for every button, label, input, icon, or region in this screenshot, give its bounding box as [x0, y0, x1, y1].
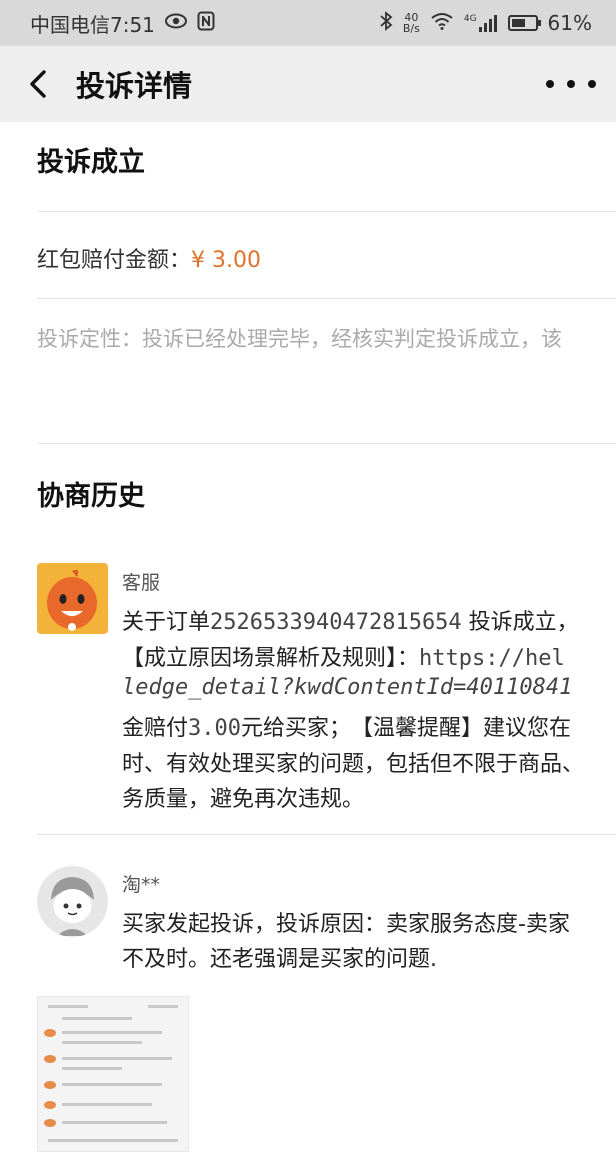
message-line: 关于订单2526533940472815654 投诉成立， — [122, 604, 579, 636]
message-text: 投诉成立， — [461, 610, 579, 635]
compensation-label: 红包赔付金额： — [37, 248, 192, 273]
message-sender: 客服 — [122, 572, 161, 594]
message-text: 关于订单 — [122, 610, 211, 635]
rule-link[interactable]: https://hel — [419, 646, 565, 671]
battery-icon — [507, 15, 541, 31]
status-left: 中国电信7:51 — [30, 9, 215, 38]
history-title: 协商历史 — [37, 481, 145, 512]
divider — [37, 834, 616, 835]
more-button[interactable] — [546, 70, 596, 98]
attachment-screenshot-thumbnail[interactable] — [37, 996, 189, 1152]
customer-service-avatar — [37, 563, 108, 634]
divider — [37, 443, 616, 444]
back-button[interactable] — [8, 46, 68, 122]
net-speed: 40 B/s — [403, 12, 420, 34]
nav-bar: 投诉详情 — [0, 46, 616, 122]
battery-percent: 61% — [547, 11, 592, 35]
status-right: 40 B/s 4G 61% — [379, 10, 592, 36]
divider — [37, 298, 616, 299]
divider — [37, 211, 616, 212]
nfc-icon — [197, 11, 215, 36]
eye-icon — [164, 13, 187, 34]
signal-icon: 4G — [464, 14, 498, 32]
message-line: 金赔付3.00元给买家； 【温馨提醒】建议您在 — [122, 710, 571, 742]
more-dots-icon — [588, 80, 596, 88]
message-line: 时、有效处理买家的问题，包括但不限于商品、 — [122, 752, 585, 777]
verdict-text: 投诉定性：投诉已经处理完毕，经核实判定投诉成立，该 — [37, 327, 562, 351]
order-number: 2526533940472815654 — [210, 610, 462, 635]
message-line: 务质量，避免再次违规。 — [122, 787, 365, 812]
result-title: 投诉成立 — [37, 147, 145, 178]
status-bar: 中国电信7:51 40 B/s 4G 61% — [0, 0, 616, 46]
message-line: 【成立原因场景解析及规则】：https://hel — [122, 640, 565, 672]
net-speed-unit: B/s — [402, 22, 420, 35]
page-title: 投诉详情 — [76, 69, 193, 103]
refund-amount: 3.00 — [188, 716, 241, 741]
battery-fill — [511, 19, 525, 27]
message-text: 金赔付 — [122, 716, 189, 741]
signal-label: 4G — [463, 14, 477, 24]
message-text: 【成立原因场景解析及规则】： — [122, 646, 420, 671]
message-line: 不及时。还老强调是买家的问题. — [122, 947, 437, 972]
bluetooth-icon — [379, 10, 393, 36]
more-dots-icon — [567, 80, 575, 88]
rule-link-continued[interactable]: ledge_detail?kwdContentId=40110841 — [122, 675, 572, 700]
back-arrow-icon — [30, 70, 46, 98]
wifi-icon — [430, 12, 454, 35]
more-dots-icon — [546, 80, 554, 88]
buyer-avatar — [37, 866, 108, 937]
message-sender: 淘** — [122, 874, 161, 896]
carrier-time: 中国电信7:51 — [30, 12, 155, 37]
message-text: 元给买家； 【温馨提醒】建议您在 — [241, 716, 572, 741]
compensation-row: 红包赔付金额：¥ 3.00 — [37, 242, 261, 274]
compensation-amount: ¥ 3.00 — [191, 248, 261, 273]
message-line: 买家发起投诉，投诉原因：卖家服务态度-卖家 — [122, 912, 570, 937]
